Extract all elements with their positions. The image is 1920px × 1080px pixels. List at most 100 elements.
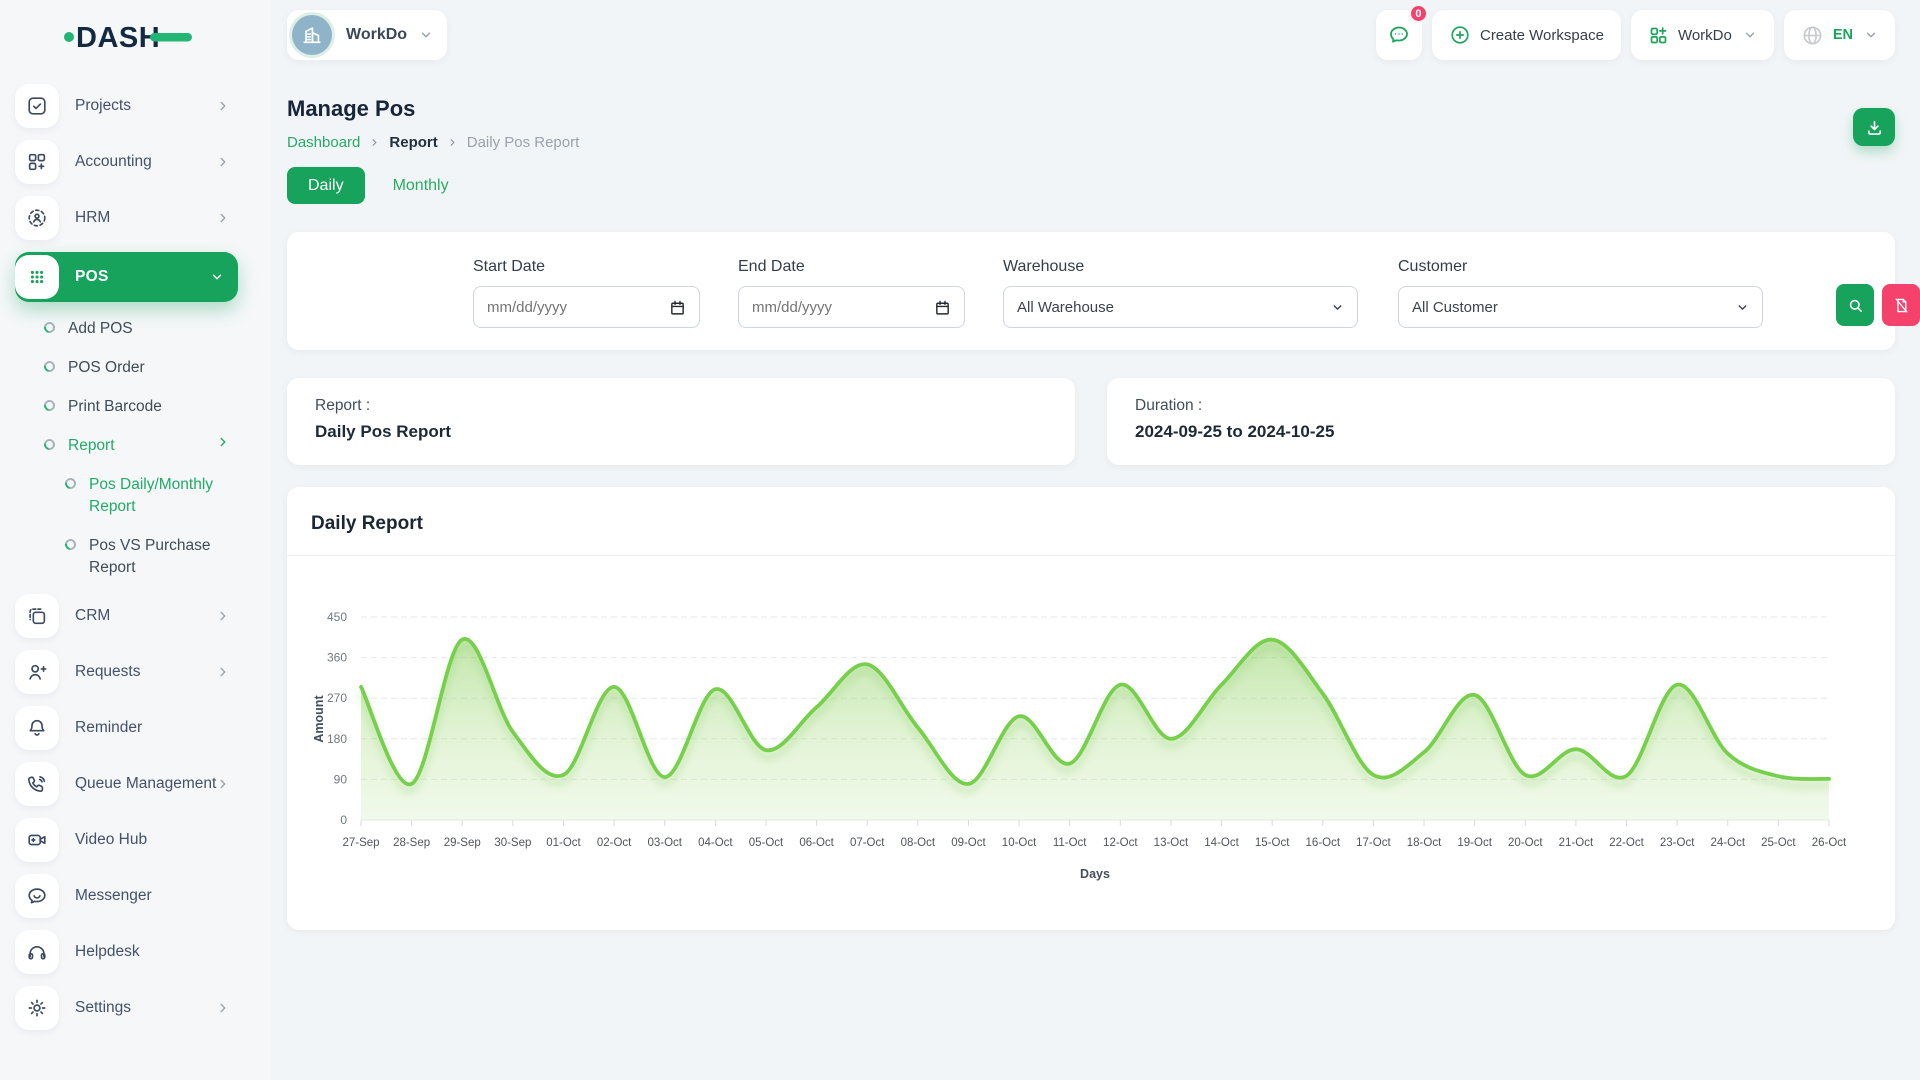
chevron-right-icon <box>369 137 380 148</box>
donut-bullet-icon <box>63 476 78 491</box>
workspace-avatar building-icon <box>292 15 332 55</box>
calendar-icon[interactable] <box>934 299 951 316</box>
report-card: Report : Daily Pos Report <box>287 378 1075 465</box>
y-tick-label: 270 <box>327 691 347 705</box>
chevron-right-icon <box>216 435 230 449</box>
language-selector[interactable]: EN <box>1784 10 1895 60</box>
sidebar-subitem-print-barcode[interactable]: Print Barcode <box>15 394 238 420</box>
start-date-field: Start Date <box>473 258 700 328</box>
x-tick-label: 24-Oct <box>1711 837 1746 849</box>
y-tick-label: 360 <box>327 651 347 665</box>
brand-logo[interactable]: DASH <box>64 16 194 58</box>
breadcrumb: Dashboard Report Daily Pos Report <box>287 134 1895 151</box>
sidebar-subitem-pos-daily-monthly-report[interactable]: Pos Daily/Monthly Report <box>15 472 238 520</box>
x-tick-label: 17-Oct <box>1356 837 1391 849</box>
chart-area: 09018027036045027-Sep28-Sep29-Sep30-Sep0… <box>287 556 1895 887</box>
report-card-value: Daily Pos Report <box>315 422 1047 442</box>
grid-plus-icon <box>1648 25 1669 46</box>
sidebar-item-requests[interactable]: Requests <box>15 650 238 694</box>
sidebar-subitem-pos-vs-purchase-report[interactable]: Pos VS Purchase Report <box>15 533 238 581</box>
filter-panel: Start Date End Date Warehouse All Wareho… <box>287 232 1895 350</box>
sidebar-item-hrm[interactable]: HRM <box>15 196 238 240</box>
create-workspace-button[interactable]: Create Workspace <box>1432 10 1621 60</box>
topbar-actions: 0 Create Workspace WorkDo EN <box>1376 10 1895 60</box>
x-tick-label: 21-Oct <box>1559 837 1594 849</box>
sidebar-item-crm[interactable]: CRM <box>15 594 238 638</box>
sidebar-subitem-pos-order[interactable]: POS Order <box>15 355 238 381</box>
download-button[interactable] <box>1853 108 1895 146</box>
x-tick-label: 01-Oct <box>546 837 581 849</box>
sidebar-item-projects[interactable]: Projects <box>15 84 238 128</box>
workspace-name: WorkDo <box>346 26 407 44</box>
start-date-input[interactable] <box>473 286 700 328</box>
chevron-down-icon <box>1331 301 1344 314</box>
logo-dot-icon <box>64 32 74 42</box>
dots-grid-icon <box>15 255 59 299</box>
chevron-right-icon <box>216 609 230 623</box>
chevron-down-icon <box>1736 301 1749 314</box>
donut-bullet-icon <box>42 437 57 452</box>
language-code: EN <box>1833 27 1853 43</box>
y-axis-title: Amount <box>312 695 326 743</box>
x-tick-label: 03-Oct <box>647 837 682 849</box>
x-tick-label: 20-Oct <box>1508 837 1543 849</box>
checkbox-icon <box>15 84 59 128</box>
x-axis-title: Days <box>1080 867 1110 881</box>
customer-select[interactable]: All Customer <box>1398 286 1763 328</box>
donut-bullet-icon <box>42 359 57 374</box>
x-tick-label: 19-Oct <box>1457 837 1492 849</box>
sidebar-subitem-report[interactable]: Report <box>15 433 238 459</box>
report-period-tabs: Daily Monthly <box>287 167 449 204</box>
workspace-switcher[interactable]: WorkDo <box>287 10 447 60</box>
customer-label: Customer <box>1398 258 1763 276</box>
calendar-icon[interactable] <box>669 299 686 316</box>
sidebar-item-accounting[interactable]: Accounting <box>15 140 238 184</box>
end-date-text[interactable] <box>752 299 934 316</box>
sidebar-item-reminder[interactable]: Reminder <box>15 706 238 750</box>
sidebar-item-pos[interactable]: POS <box>15 252 238 302</box>
tab-daily[interactable]: Daily <box>287 167 365 204</box>
x-tick-label: 11-Oct <box>1053 837 1087 849</box>
chevron-right-icon <box>216 1001 230 1015</box>
workspace-dropdown[interactable]: WorkDo <box>1631 10 1774 60</box>
sidebar-item-video-hub[interactable]: Video Hub <box>15 818 238 862</box>
search-button[interactable] <box>1836 284 1874 326</box>
x-tick-label: 13-Oct <box>1154 837 1189 849</box>
x-tick-label: 09-Oct <box>951 837 986 849</box>
y-tick-label: 450 <box>327 610 347 624</box>
daily-report-card: Daily Report 09018027036045027-Sep28-Sep… <box>287 487 1895 930</box>
chevron-right-icon <box>216 665 230 679</box>
sidebar-item-helpdesk[interactable]: Helpdesk <box>15 930 238 974</box>
messages-button[interactable]: 0 <box>1376 10 1422 60</box>
sidebar-item-settings[interactable]: Settings <box>15 986 238 1030</box>
start-date-text[interactable] <box>487 299 669 316</box>
x-tick-label: 04-Oct <box>698 837 733 849</box>
sidebar-subitem-add-pos[interactable]: Add POS <box>15 316 238 342</box>
sidebar-item-messenger[interactable]: Messenger <box>15 874 238 918</box>
sidebar: DASH Projects Accounting HRM POS Add POS POS … <box>0 0 271 1080</box>
x-tick-label: 14-Oct <box>1204 837 1239 849</box>
duration-card: Duration : 2024-09-25 to 2024-10-25 <box>1107 378 1895 465</box>
sidebar-item-queue-management[interactable]: Queue Management <box>15 762 238 806</box>
warehouse-field: Warehouse All Warehouse <box>1003 258 1360 328</box>
chevron-right-icon <box>216 777 230 791</box>
breadcrumb-dashboard[interactable]: Dashboard <box>287 134 360 151</box>
area-chart[interactable]: 09018027036045027-Sep28-Sep29-Sep30-Sep0… <box>311 572 1871 887</box>
grid-plus-icon <box>15 140 59 184</box>
donut-bullet-icon <box>63 537 78 552</box>
reset-filter-button[interactable] <box>1882 284 1920 326</box>
donut-bullet-icon <box>42 320 57 335</box>
page-title: Manage Pos <box>287 96 1895 122</box>
chevron-down-icon <box>1864 28 1878 42</box>
page-header: Manage Pos Dashboard Report Daily Pos Re… <box>287 96 1895 151</box>
end-date-field: End Date <box>738 258 965 328</box>
search-icon <box>1847 297 1864 314</box>
breadcrumb-report: Report <box>389 134 437 151</box>
end-date-input[interactable] <box>738 286 965 328</box>
warehouse-select[interactable]: All Warehouse <box>1003 286 1358 328</box>
bell-icon <box>15 706 59 750</box>
x-tick-label: 26-Oct <box>1812 837 1847 849</box>
gear-icon <box>15 986 59 1030</box>
tab-monthly[interactable]: Monthly <box>393 177 449 195</box>
area-fill <box>361 639 1829 820</box>
